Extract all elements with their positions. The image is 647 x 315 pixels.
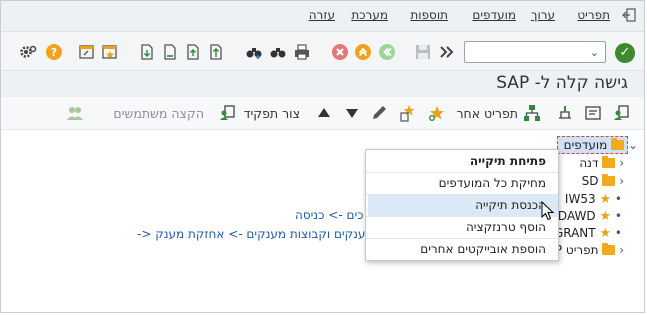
other-menu-label[interactable]: תפריט אחר (456, 106, 518, 121)
create-role-label[interactable]: צור תפקיד (244, 106, 300, 121)
edit-icon[interactable] (370, 104, 388, 122)
move-down-icon[interactable] (344, 105, 360, 121)
menu-item-system[interactable]: מערכת (351, 8, 388, 22)
delete-favorite-icon[interactable] (398, 104, 416, 122)
tree-item[interactable]: ‹ SD (582, 174, 624, 188)
save-icon[interactable] (414, 43, 432, 61)
tree-item-label: DAWD (557, 209, 596, 223)
assign-users-icon (67, 107, 83, 120)
star-icon: ★ (599, 226, 612, 241)
bullet-icon: • (614, 192, 622, 206)
other-user-menu-icon[interactable] (556, 104, 574, 122)
context-menu-item-delete-all[interactable]: מחיקת כל המועדפים (368, 172, 558, 194)
context-menu-item-add-other-objects[interactable]: הוספת אובייקטים אחרים (368, 238, 558, 260)
last-page-icon[interactable] (161, 43, 179, 61)
menu-item-favorites[interactable]: מועדפים (472, 8, 516, 22)
first-page-icon[interactable] (207, 43, 225, 61)
tree-item-label: SD (581, 174, 599, 188)
chevron-left-icon[interactable]: ‹ (619, 243, 624, 257)
tree-item[interactable]: • ★ IW53 (565, 192, 622, 207)
cancel-icon[interactable] (331, 43, 349, 61)
folder-icon (611, 138, 625, 150)
mouse-cursor-icon (541, 201, 555, 221)
tree-item-label: תפריט P (555, 243, 599, 257)
settings-icon[interactable] (19, 43, 37, 61)
menu-path[interactable]: כים -> כניסה (295, 208, 363, 222)
tree-item-label: GRANT (553, 226, 596, 240)
back-icon[interactable] (378, 43, 396, 61)
menu-item-edit[interactable]: ערוך (531, 8, 555, 22)
svg-text:?: ? (51, 46, 57, 59)
find-icon[interactable] (269, 43, 287, 61)
sap-window: תפריט ערוך מועדפים תוספות מערכת עזרה ? ⌄… (0, 0, 645, 313)
tree-item[interactable]: • ★ DAWD (558, 209, 622, 224)
find-next-icon[interactable] (245, 43, 263, 61)
move-up-icon[interactable] (316, 105, 332, 121)
menu-item-help[interactable]: עזרה (309, 8, 335, 22)
create-role-icon[interactable] (218, 104, 236, 122)
tree-root[interactable]: ⌄ מועדפים (564, 138, 638, 152)
tree-item-label: IW53 (564, 192, 596, 206)
double-chevron-icon[interactable] (438, 43, 456, 61)
print-icon[interactable] (293, 43, 311, 61)
enter-button[interactable]: ✓ (615, 43, 635, 63)
chevron-down-icon[interactable]: ⌄ (590, 46, 599, 59)
help-icon[interactable]: ? (45, 43, 63, 61)
exit-transaction-icon[interactable] (354, 43, 372, 61)
tree-item[interactable]: • ★ GRANT (554, 226, 622, 241)
org-structure-icon[interactable] (523, 104, 541, 122)
context-menu-item-add-transaction[interactable]: הוסף טרנזקציה (368, 216, 558, 238)
bullet-icon: • (614, 209, 622, 223)
tree-item[interactable]: ‹ תפריט P (555, 243, 624, 257)
context-menu-item-open-folder[interactable]: פתיחת תיקייה (368, 150, 558, 172)
tree-item-label: דנה (579, 156, 599, 170)
sap-menu-icon[interactable] (584, 104, 602, 122)
context-menu-item-insert-folder[interactable]: הכנסת תיקייה (368, 194, 558, 216)
menu-item-menu[interactable]: תפריט (577, 8, 610, 22)
star-icon: ★ (599, 209, 612, 224)
menu-path[interactable]: מענקים וקבוצות מענקים -> אחזקת מענק <- (137, 227, 374, 241)
assign-users-label: הקצה משתמשים (113, 106, 204, 121)
folder-icon (602, 243, 616, 255)
create-shortcut-icon[interactable] (78, 43, 96, 61)
menu-item-extras[interactable]: תוספות (410, 8, 448, 22)
chevron-left-icon[interactable]: ‹ (619, 174, 624, 188)
exit-icon[interactable] (622, 8, 636, 22)
menu-bar: תפריט ערוך מועדפים תוספות מערכת עזרה (1, 1, 644, 32)
command-field[interactable]: ⌄ (464, 41, 606, 63)
page-down-icon[interactable] (138, 43, 156, 61)
folder-icon (602, 174, 616, 186)
application-toolbar: תפריט אחר צור תפקיד הקצה משתמשים (1, 97, 644, 130)
star-icon: ★ (599, 192, 612, 207)
add-favorite-icon[interactable] (428, 104, 446, 122)
bullet-icon: • (614, 226, 622, 240)
chevron-left-icon[interactable]: ‹ (619, 156, 624, 170)
folder-icon (602, 156, 616, 168)
title-bar: גישה קלה ל- SAP (1, 71, 644, 97)
context-menu: פתיחת תיקייה מחיקת כל המועדפים הכנסת תיק… (365, 149, 559, 261)
page-up-icon[interactable] (184, 43, 202, 61)
tree-root-label: מועדפים (563, 138, 608, 152)
chevron-down-icon[interactable]: ⌄ (628, 138, 638, 152)
user-menu-icon[interactable] (612, 104, 630, 122)
page-title: גישה קלה ל- SAP (496, 73, 628, 93)
tree-item[interactable]: ‹ דנה (579, 156, 624, 170)
layout-menu-icon[interactable] (101, 43, 119, 61)
